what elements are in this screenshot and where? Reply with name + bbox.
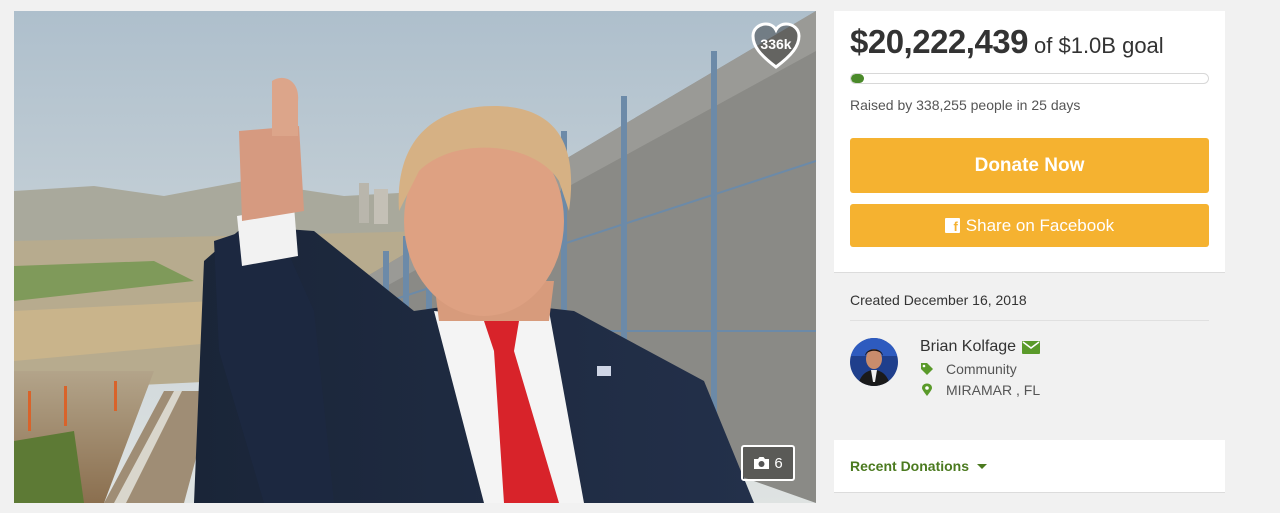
photo-count: 6: [774, 454, 783, 472]
share-on-facebook-button[interactable]: f Share on Facebook: [850, 204, 1209, 247]
category-row: Community: [920, 361, 1040, 377]
progress-bar-fill: [851, 74, 864, 83]
share-label: Share on Facebook: [965, 215, 1115, 235]
hero-photo: [14, 11, 816, 503]
amount-line: $20,222,439 of $1.0B goal: [850, 23, 1209, 61]
campaign-hero-image[interactable]: 336k 6: [14, 11, 816, 503]
location-label: MIRAMAR , FL: [946, 382, 1041, 398]
progress-bar: [850, 73, 1209, 84]
map-marker-icon: [922, 383, 932, 396]
like-count: 336k: [760, 36, 792, 52]
organizer-details: Brian Kolfage Community MIRAMAR , FL: [920, 338, 1040, 398]
created-date: Created December 16, 2018: [850, 292, 1209, 321]
avatar-image: [850, 338, 898, 386]
recent-donations-label: Recent Donations: [850, 458, 970, 474]
organizer-avatar[interactable]: [850, 338, 898, 386]
facebook-icon: f: [944, 218, 960, 233]
organizer-name[interactable]: Brian Kolfage: [920, 338, 1016, 356]
fundraising-progress-card: $20,222,439 of $1.0B goal Raised by 338,…: [834, 11, 1225, 273]
photo-gallery-button[interactable]: 6: [741, 445, 795, 481]
envelope-icon[interactable]: [1022, 340, 1041, 354]
category-label[interactable]: Community: [946, 361, 1017, 377]
camera-icon: [754, 457, 770, 469]
organizer-name-row: Brian Kolfage: [920, 338, 1041, 356]
donate-now-button[interactable]: Donate Now: [850, 138, 1209, 193]
tag-icon: [921, 363, 933, 375]
recent-donations-toggle[interactable]: Recent Donations: [834, 440, 1225, 493]
like-button[interactable]: 336k: [750, 21, 802, 71]
amount-raised: $20,222,439: [850, 23, 1029, 60]
campaign-info: Created December 16, 2018 Brian Kolfage: [834, 280, 1225, 432]
organizer-block: Brian Kolfage Community MIRAMAR , FL: [850, 338, 1209, 398]
caret-down-icon: [977, 463, 988, 469]
goal-amount: of $1.0B goal: [1034, 33, 1164, 58]
location-row: MIRAMAR , FL: [920, 382, 1040, 398]
raised-summary: Raised by 338,255 people in 25 days: [850, 97, 1081, 113]
